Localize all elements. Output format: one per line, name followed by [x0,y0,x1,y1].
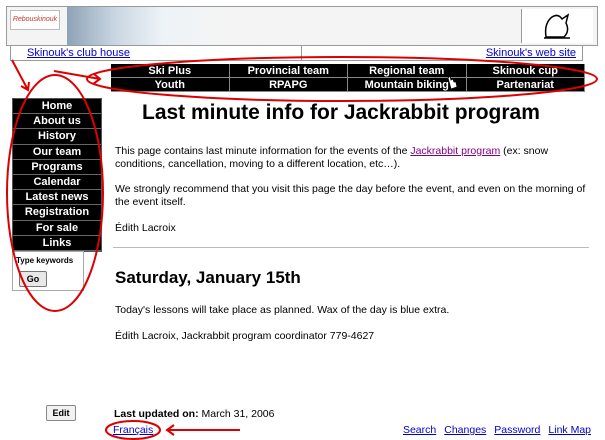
arrow-to-side-nav [11,59,30,92]
top-nav-skinouk-cup[interactable]: Skinouk cup [466,64,585,78]
top-nav-regional-team[interactable]: Regional team [348,64,467,78]
side-nav-about-us[interactable]: About us [13,114,101,130]
top-nav-provincial-team[interactable]: Provincial team [229,64,348,78]
page-title: Last minute info for Jackrabbit program [142,101,540,124]
web-site-link[interactable]: Skinouk's web site [486,47,576,59]
site-banner: Rebouskinouk [6,6,598,46]
password-link[interactable]: Password [494,424,540,436]
side-nav-registration[interactable]: Registration [13,205,101,221]
language-toggle-link[interactable]: Français [113,424,153,436]
changes-link[interactable]: Changes [444,424,486,436]
arrow-to-language [165,424,240,436]
banner-photo [67,7,227,45]
intro-text-start: This page contains last minute informati… [115,145,411,157]
top-nav-rpapg[interactable]: RPAPG [229,78,348,92]
arrow-to-top-nav [53,70,102,85]
top-nav: Ski Plus Provincial team Regional team S… [111,64,585,92]
recommendation-paragraph: We strongly recommend that you visit thi… [115,183,586,208]
top-nav-ski-plus[interactable]: Ski Plus [111,64,230,78]
side-nav-history[interactable]: History [13,129,101,145]
side-nav-programs[interactable]: Programs [13,160,101,175]
event-date-heading: Saturday, January 15th [115,268,301,287]
coordinator-contact: Édith Lacroix, Jackrabbit program coordi… [115,330,375,342]
side-nav: Home About us History Our team Programs … [12,98,102,252]
event-info: Today's lessons will take place as plann… [115,304,450,316]
linkbar-divider [301,46,302,60]
side-nav-latest-news[interactable]: Latest news [13,190,101,206]
jackrabbit-program-link[interactable]: Jackrabbit program [410,145,500,157]
side-nav-our-team[interactable]: Our team [13,145,101,160]
intro-paragraph: This page contains last minute informati… [115,145,593,171]
top-nav-mountain-biking[interactable]: Mountain biking [348,78,467,92]
side-nav-home[interactable]: Home [13,99,101,115]
side-nav-calendar[interactable]: Calendar [13,175,101,191]
owl-outline-icon [544,13,570,39]
side-nav-links[interactable]: Links [13,236,101,251]
top-nav-youth[interactable]: Youth [111,78,230,92]
link-map-link[interactable]: Link Map [548,424,591,436]
last-updated-label: Last updated on: [114,408,199,420]
top-link-bar: Skinouk's club house Skinouk's web site [10,46,583,61]
owl-logo-box [521,9,593,43]
club-logo[interactable]: Rebouskinouk [10,10,60,30]
edit-button[interactable]: Edit [46,405,76,421]
club-house-link[interactable]: Skinouk's club house [27,47,130,59]
top-nav-partenariat[interactable]: Partenariat [466,78,585,92]
search-link[interactable]: Search [403,424,436,436]
keyword-search[interactable]: Type keywords Go [12,251,84,291]
go-button[interactable]: Go [19,271,47,287]
last-updated-date: March 31, 2006 [201,408,275,420]
side-nav-for-sale[interactable]: For sale [13,221,101,236]
author-signature: Édith Lacroix [115,222,176,234]
section-divider [113,247,589,248]
footer-links: Search Changes Password Link Map [403,424,591,436]
last-updated: Last updated on: March 31, 2006 [114,408,274,420]
search-label: Type keywords [16,256,74,265]
